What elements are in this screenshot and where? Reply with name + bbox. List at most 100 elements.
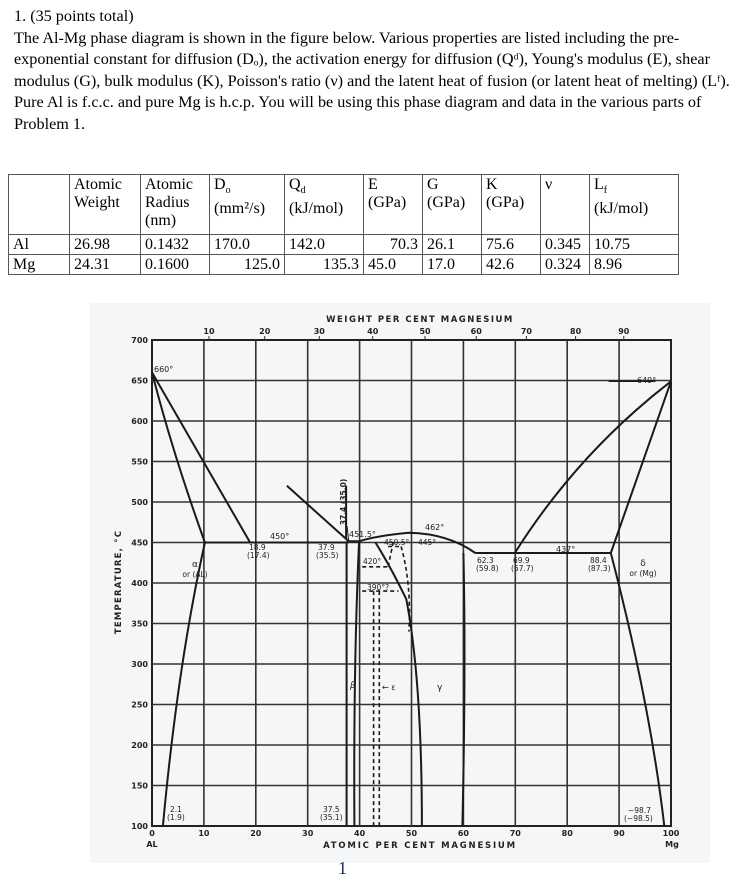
top-tick-label: 20	[259, 327, 271, 336]
top-tick-label: 70	[521, 327, 533, 336]
cell-lf: 10.75	[589, 234, 679, 255]
header-k: K (GPa)	[481, 174, 541, 235]
phase-diagram-figure: 700 650 600 550 500 450 400 350 300 250 200 150 100 0…	[90, 303, 710, 863]
bottom-tick-label: 50	[406, 829, 418, 838]
y-tick-label: 300	[131, 660, 148, 669]
bottom-tick-label: 20	[250, 829, 262, 838]
right-comp-1-wt: (59.8)	[476, 564, 499, 573]
delta-phase-sub: or (Mg)	[629, 569, 656, 578]
header-lf: Lf (kJ/mol)	[589, 174, 679, 235]
cell-k: 42.6	[481, 254, 541, 275]
header-d0: Do (mm²/s)	[209, 174, 285, 235]
y-tick-label: 650	[131, 377, 148, 386]
bottom-left-element: AL	[146, 840, 157, 849]
bottom-tick-label: 90	[614, 829, 626, 838]
top-tick-label: 60	[471, 327, 483, 336]
cell-e: 45.0	[363, 254, 423, 275]
liquidus-mg-side	[513, 380, 672, 554]
bottom-tick-label: 30	[302, 829, 314, 838]
temp-420: 420°	[363, 557, 381, 566]
al-melting-point-label: 660°	[154, 365, 173, 374]
delta-phase-label: δ	[640, 559, 646, 569]
header-atomic-weight: Atomic Weight	[69, 174, 141, 235]
top-tick-label: 40	[367, 327, 379, 336]
cell-g: 26.1	[422, 234, 482, 255]
bottom-tick-label: 10	[198, 829, 210, 838]
beta-comp-wt: (35.5)	[316, 551, 339, 560]
header-qd: Qd (kJ/mol)	[284, 174, 364, 235]
temp-450-5: 450.5°	[384, 538, 409, 547]
cell-atomic-radius: 0.1600	[140, 254, 210, 275]
cell-nu: 0.345	[540, 234, 590, 255]
table-row-mg: Mg 24.31 0.1600 125.0 135.3 45.0 17.0 42…	[8, 254, 679, 275]
y-tick-label: 550	[131, 458, 148, 467]
header-g: G (GPa)	[422, 174, 482, 235]
top-tick-label: 80	[570, 327, 582, 336]
header-nu: ν	[540, 174, 590, 235]
bottom-tick-label: 40	[354, 829, 366, 838]
bottom-right-element: Mg	[665, 840, 679, 849]
solvus-right-comp-wt: (~98.5)	[624, 814, 653, 823]
cell-d0: 170.0	[209, 234, 285, 255]
header-e: E (GPa)	[363, 174, 423, 235]
solidus-al-side	[151, 372, 206, 543]
al-mg-phase-diagram: 7006506005505004504003503002502001501000…	[114, 315, 680, 851]
bottom-tick-label: 100	[663, 829, 680, 838]
gamma-peak-temp: 462°	[425, 523, 444, 532]
top-tick-label: 50	[419, 327, 431, 336]
temp-390: 390°?	[367, 583, 389, 592]
header-atomic-radius: Atomic Radius (nm)	[140, 174, 210, 235]
y-tick-label: 350	[131, 620, 148, 629]
y-tick-label: 200	[131, 741, 148, 750]
y-tick-label: 700	[131, 336, 148, 345]
beta-vertical-comp: 37.4 (35.0)	[339, 479, 348, 525]
bottom-tick-label: 70	[510, 829, 522, 838]
y-tick-label: 400	[131, 579, 148, 588]
temp-445: 445°	[418, 538, 436, 547]
top-tick-label: 10	[203, 327, 215, 336]
header-cell-empty	[8, 174, 70, 235]
cell-element: Al	[8, 234, 70, 255]
right-comp-2-wt: (67.7)	[511, 564, 534, 573]
right-comp-3-wt: (87.3)	[588, 564, 611, 573]
top-axis-label: WEIGHT PER CENT MAGNESIUM	[326, 315, 514, 325]
table-row-al: Al 26.98 0.1432 170.0 142.0 70.3 26.1 75…	[8, 234, 679, 255]
eutectic-right-temp: 437°	[556, 545, 575, 554]
cell-atomic-weight: 24.31	[69, 254, 141, 275]
epsilon-phase-label: ← ε	[382, 683, 396, 692]
y-tick-label: 150	[131, 782, 148, 791]
cell-atomic-radius: 0.1432	[140, 234, 210, 255]
top-tick-label: 90	[618, 327, 630, 336]
cell-nu: 0.324	[540, 254, 590, 275]
cell-qd: 135.3	[284, 254, 364, 275]
page-number: 1	[338, 858, 347, 878]
solvus-left-comp-wt: (1.9)	[167, 813, 185, 822]
alpha-phase-sub: or (AL)	[182, 570, 207, 579]
cell-lf: 8.96	[589, 254, 679, 275]
problem-heading: 1. (35 points total)	[14, 7, 134, 25]
eutectic-left-temp: 450°	[270, 532, 289, 541]
liquidus-al-side	[151, 371, 251, 543]
cell-e: 70.3	[363, 234, 423, 255]
cell-g: 17.0	[422, 254, 482, 275]
gamma-phase-label: γ	[437, 683, 443, 693]
y-tick-label: 600	[131, 417, 148, 426]
bottom-axis-label: ATOMIC PER CENT MAGNESIUM	[323, 841, 517, 851]
y-axis-label: TEMPERATURE, °C	[114, 530, 124, 634]
beta-phase-label: β	[349, 681, 356, 691]
cell-element: Mg	[8, 254, 70, 275]
bottom-tick-label: 0	[149, 829, 155, 838]
beta-low-comp-wt: (35.1)	[320, 813, 343, 822]
y-tick-label: 450	[131, 539, 148, 548]
bottom-tick-label: 60	[458, 829, 470, 838]
cell-k: 75.6	[481, 234, 541, 255]
y-tick-label: 500	[131, 498, 148, 507]
top-tick-label: 30	[314, 327, 326, 336]
y-tick-label: 100	[131, 822, 148, 831]
alpha-phase-label: α	[192, 560, 198, 570]
cell-qd: 142.0	[284, 234, 364, 255]
properties-table: Atomic Weight Atomic Radius (nm) Do (mm²/s) …	[8, 174, 679, 275]
y-tick-label: 250	[131, 701, 148, 710]
problem-paragraph: The Al-Mg phase diagram is shown in the …	[14, 28, 730, 133]
solvus-alpha	[161, 542, 206, 827]
